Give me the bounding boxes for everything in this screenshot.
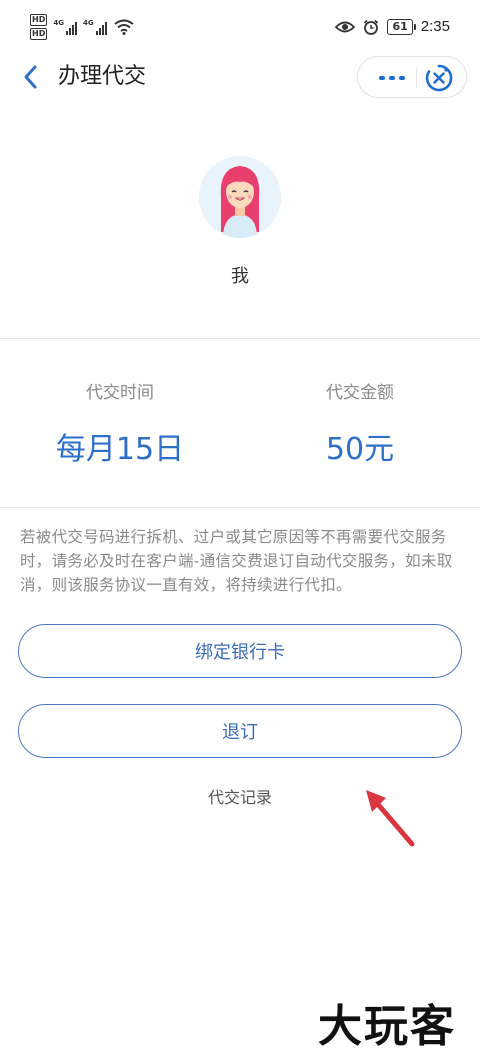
avatar (199, 156, 281, 238)
status-right-group: 61 2:35 (335, 18, 450, 35)
unsubscribe-button[interactable]: 退订 (18, 704, 462, 758)
page-title: 办理代交 (58, 64, 147, 89)
payment-time-block: 代交时间 每月15日 (0, 378, 240, 470)
payment-amount-block: 代交金额 50元 (240, 378, 480, 470)
more-icon-dot (389, 76, 395, 80)
status-left-group: HD HD 4G 4G (30, 14, 134, 40)
back-arrow-icon (24, 65, 37, 89)
girl-avatar-icon (199, 156, 281, 238)
wifi-icon (113, 19, 134, 35)
mini-program-capsule (357, 56, 467, 98)
more-icon-dot (399, 76, 405, 80)
service-notice: 若被代交号码进行拆机、过户或其它原因等不再需要代交服务时，请务必及时在客户端-通… (20, 528, 453, 594)
payment-time-label: 代交时间 (86, 383, 154, 403)
more-icon (379, 76, 385, 80)
close-button[interactable] (424, 63, 454, 93)
network-label-1: 4G (53, 19, 64, 27)
more-button[interactable] (370, 57, 414, 99)
watermark-logo: 大玩客 (318, 1001, 456, 1052)
payment-amount-label: 代交金额 (326, 383, 394, 403)
hd-badge-1: HD (30, 14, 48, 26)
hd-badge-2: HD (30, 28, 48, 40)
signal-icon: 4G (53, 19, 77, 35)
payment-amount-value: 50元 (325, 432, 395, 467)
divider-bottom (0, 507, 480, 508)
status-time: 2:35 (420, 18, 450, 35)
eye-icon (335, 21, 356, 32)
close-circle-icon (425, 64, 453, 92)
alarm-icon (364, 19, 379, 35)
capsule-divider (416, 68, 417, 88)
signal-icon-2: 4G (83, 19, 107, 35)
profile-name: 我 (231, 266, 249, 287)
back-button[interactable] (16, 62, 46, 92)
app-header: 办理代交 (0, 50, 480, 104)
status-bar: HD HD 4G 4G 61 2:35 (0, 0, 480, 56)
bind-bank-card-button[interactable]: 绑定银行卡 (18, 624, 462, 678)
divider-top (0, 338, 480, 339)
red-arrow-icon (366, 790, 415, 847)
hd-indicators: HD HD (30, 14, 48, 40)
battery-indicator: 61 (387, 18, 417, 35)
payment-time-value: 每月15日 (55, 432, 185, 467)
network-label-2: 4G (82, 19, 94, 27)
